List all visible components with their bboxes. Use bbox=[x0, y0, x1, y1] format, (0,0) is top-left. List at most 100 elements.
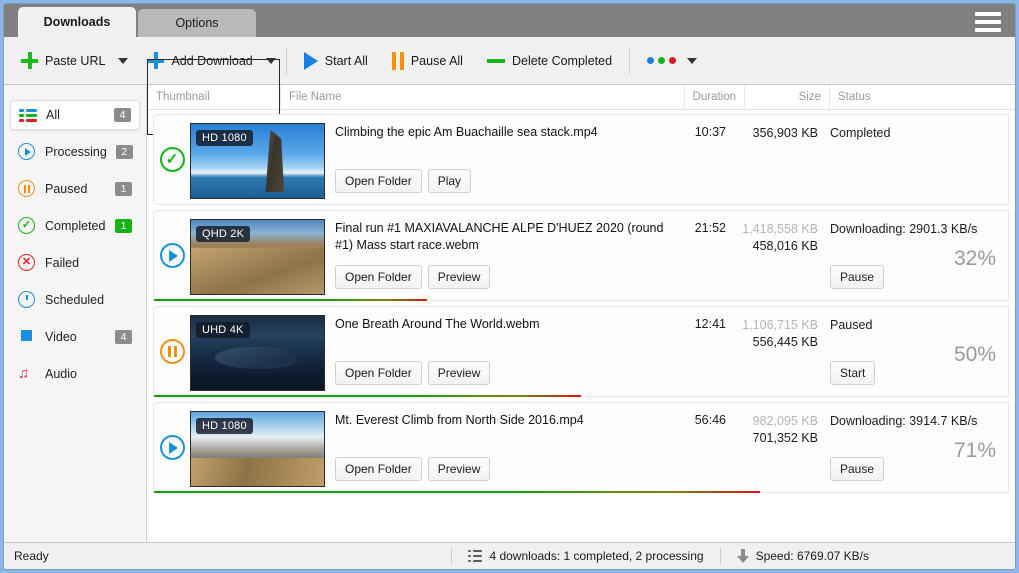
preview-button[interactable]: Preview bbox=[427, 265, 491, 289]
pause-button[interactable]: Pause bbox=[830, 457, 885, 481]
pause-all-button[interactable]: Pause All bbox=[385, 47, 470, 75]
progress-percent: 50% bbox=[953, 343, 996, 366]
size-cell: 982,095 KB 701,352 KB bbox=[726, 403, 818, 492]
progress-percent: 32% bbox=[953, 247, 996, 270]
check-circle-icon[interactable]: ✓ bbox=[159, 147, 185, 172]
preview-button[interactable]: Preview bbox=[427, 457, 491, 481]
paste-url-dropdown-icon[interactable] bbox=[118, 57, 129, 64]
sidebar: All 4 Processing 2 Paused 1 ✓ Completed … bbox=[4, 85, 147, 542]
column-header-duration[interactable]: Duration bbox=[684, 85, 744, 109]
sidebar-item-label: Audio bbox=[45, 367, 77, 381]
status-bar: Ready 4 downloads: 1 completed, 2 proces… bbox=[4, 542, 1015, 569]
thumbnail-image[interactable]: QHD 2K bbox=[190, 219, 325, 295]
open-folder-button[interactable]: Open Folder bbox=[335, 169, 422, 193]
paste-url-button[interactable]: Paste URL bbox=[14, 47, 112, 74]
pause-circle-icon[interactable] bbox=[159, 339, 185, 364]
sidebar-item-audio[interactable]: ♫ Audio bbox=[10, 359, 140, 389]
open-folder-button[interactable]: Open Folder bbox=[335, 265, 422, 289]
duration-value: 12:41 bbox=[694, 317, 726, 331]
sidebar-item-label: All bbox=[46, 108, 60, 122]
music-note-icon: ♫ bbox=[18, 365, 30, 382]
minus-icon bbox=[486, 58, 505, 63]
column-header-file-name[interactable]: File Name bbox=[280, 85, 684, 109]
hamburger-bar bbox=[975, 20, 1001, 24]
file-info-cell: Mt. Everest Climb from North Side 2016.m… bbox=[325, 403, 664, 492]
pause-button[interactable]: Pause bbox=[830, 265, 885, 289]
sidebar-item-failed[interactable]: ✕ Failed bbox=[10, 248, 140, 278]
quality-badge: HD 1080 bbox=[196, 130, 253, 146]
progress-bar bbox=[154, 299, 428, 301]
play-circle-icon[interactable] bbox=[159, 435, 185, 460]
sidebar-item-label: Paused bbox=[45, 182, 88, 196]
list-icon bbox=[468, 550, 483, 562]
file-info-cell: Final run #1 MAXIAVALANCHE ALPE D'HUEZ 2… bbox=[325, 211, 664, 300]
table-row[interactable]: QHD 2K Final run #1 MAXIAVALANCHE ALPE D… bbox=[153, 210, 1009, 301]
toolbar-divider bbox=[629, 47, 631, 74]
preview-button[interactable]: Preview bbox=[427, 361, 491, 385]
start-button[interactable]: Start bbox=[830, 361, 876, 385]
size-total: 356,903 KB bbox=[752, 126, 818, 140]
status-cell: Completed bbox=[818, 115, 1008, 204]
row-state: ✓ bbox=[154, 115, 190, 204]
hamburger-menu-icon[interactable] bbox=[975, 12, 1001, 32]
table-row[interactable]: ✓ HD 1080 Climbing the epic Am Buachaill… bbox=[153, 114, 1009, 205]
size-cell: 1,106,715 KB 556,445 KB bbox=[726, 307, 818, 396]
status-cell: Downloading: 3914.7 KB/s 71% Pause bbox=[818, 403, 1008, 492]
sidebar-item-video[interactable]: Video 4 bbox=[10, 322, 140, 352]
more-options-button[interactable] bbox=[640, 52, 704, 69]
table-row[interactable]: UHD 4K One Breath Around The World.webm … bbox=[153, 306, 1009, 397]
thumbnail-image[interactable]: UHD 4K bbox=[190, 315, 325, 391]
delete-completed-button[interactable]: Delete Completed bbox=[480, 49, 619, 73]
file-name: Final run #1 MAXIAVALANCHE ALPE D'HUEZ 2… bbox=[335, 221, 664, 252]
progress-percent: 71% bbox=[953, 439, 996, 462]
progress-bar bbox=[154, 395, 581, 397]
size-downloaded: 458,016 KB bbox=[752, 239, 818, 253]
open-folder-button[interactable]: Open Folder bbox=[335, 457, 422, 481]
list-icon bbox=[19, 106, 37, 124]
tab-options[interactable]: Options bbox=[138, 9, 256, 37]
sidebar-item-completed[interactable]: ✓ Completed 1 bbox=[10, 211, 140, 241]
status-text: Paused bbox=[830, 318, 873, 332]
download-list-panel: Thumbnail File Name Duration Size Status… bbox=[147, 59, 1015, 542]
sidebar-badge: 4 bbox=[114, 108, 131, 122]
thumbnail-image[interactable]: HD 1080 bbox=[190, 411, 325, 487]
status-text: Downloading: 2901.3 KB/s bbox=[830, 222, 978, 236]
table-row[interactable]: HD 1080 Mt. Everest Climb from North Sid… bbox=[153, 402, 1009, 493]
pause-circle-icon bbox=[18, 180, 36, 198]
tab-downloads[interactable]: Downloads bbox=[18, 7, 136, 37]
film-icon bbox=[18, 328, 36, 346]
downloads-summary: 4 downloads: 1 completed, 2 processing bbox=[452, 549, 719, 563]
speed-indicator: Speed: 6769.07 KB/s bbox=[721, 549, 885, 563]
sidebar-item-label: Scheduled bbox=[45, 293, 105, 307]
sidebar-item-label: Processing bbox=[45, 145, 107, 159]
size-downloaded: 701,352 KB bbox=[752, 431, 818, 445]
delete-completed-label: Delete Completed bbox=[511, 53, 613, 68]
open-folder-button[interactable]: Open Folder bbox=[335, 361, 422, 385]
app-window: Downloads Options Paste URL Add Download… bbox=[3, 3, 1016, 570]
column-header-size[interactable]: Size bbox=[744, 85, 829, 109]
error-circle-icon: ✕ bbox=[18, 254, 36, 272]
sidebar-badge: 1 bbox=[115, 182, 132, 196]
size-total: 1,106,715 KB bbox=[742, 318, 818, 332]
thumbnail-cell: HD 1080 bbox=[190, 403, 325, 492]
row-actions: Open Folder Preview bbox=[335, 265, 664, 289]
duration-value: 56:46 bbox=[694, 413, 726, 427]
sidebar-item-scheduled[interactable]: Scheduled bbox=[10, 285, 140, 315]
play-button[interactable]: Play bbox=[427, 169, 472, 193]
thumbnail-cell: HD 1080 bbox=[190, 115, 325, 204]
row-state bbox=[154, 211, 190, 300]
sidebar-item-paused[interactable]: Paused 1 bbox=[10, 174, 140, 204]
sidebar-badge: 1 bbox=[115, 219, 132, 233]
status-ready-text: Ready bbox=[14, 549, 49, 563]
more-dropdown-icon[interactable] bbox=[687, 57, 698, 64]
play-circle-icon[interactable] bbox=[159, 243, 185, 268]
start-all-button[interactable]: Start All bbox=[297, 47, 375, 75]
sidebar-item-all[interactable]: All 4 bbox=[10, 100, 140, 130]
thumbnail-image[interactable]: HD 1080 bbox=[190, 123, 325, 199]
column-header-status[interactable]: Status bbox=[829, 85, 1015, 109]
pause-all-label: Pause All bbox=[410, 53, 463, 68]
sidebar-item-processing[interactable]: Processing 2 bbox=[10, 137, 140, 167]
duration-value: 21:52 bbox=[694, 221, 726, 235]
size-downloaded: 556,445 KB bbox=[752, 335, 818, 349]
file-name: Mt. Everest Climb from North Side 2016.m… bbox=[335, 413, 584, 427]
